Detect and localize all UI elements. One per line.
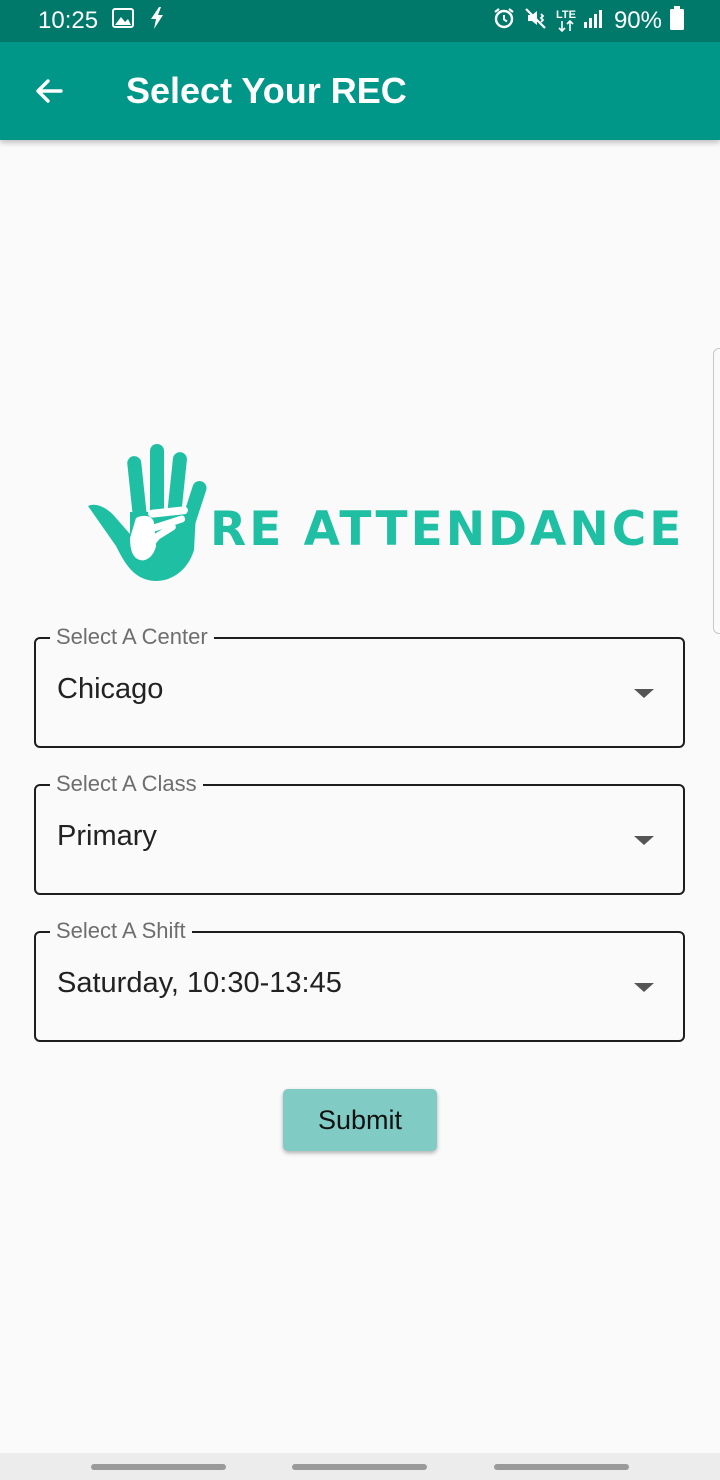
lte-label: LTE xyxy=(555,9,576,21)
nav-handle-left[interactable] xyxy=(91,1464,226,1470)
app-logo: RE ATTENDANCE xyxy=(86,442,681,584)
signal-icon xyxy=(583,7,606,35)
chevron-down-icon xyxy=(634,836,654,845)
nav-handle-center[interactable] xyxy=(292,1464,427,1470)
flash-icon xyxy=(148,6,166,36)
shift-select[interactable]: Select A Shift Saturday, 10:30-13:45 xyxy=(34,918,685,1042)
shift-select-label: Select A Shift xyxy=(50,918,192,944)
status-left: 10:25 xyxy=(38,6,166,36)
lte-icon: LTE xyxy=(556,10,576,32)
class-select[interactable]: Select A Class Primary xyxy=(34,771,685,895)
class-select-value: Primary xyxy=(57,820,157,852)
arrow-back-icon xyxy=(36,79,63,103)
battery-level: 90% xyxy=(613,7,662,34)
chevron-down-icon xyxy=(634,689,654,698)
status-right: LTE 90% xyxy=(492,5,684,37)
class-select-label: Select A Class xyxy=(50,771,203,797)
image-icon xyxy=(112,7,135,35)
nav-handle-right[interactable] xyxy=(494,1464,629,1470)
app-bar: Select Your REC xyxy=(0,42,720,140)
page-title: Select Your REC xyxy=(126,70,407,111)
center-select-label: Select A Center xyxy=(50,624,214,650)
status-time: 10:25 xyxy=(38,7,99,34)
back-button[interactable] xyxy=(24,66,74,116)
status-bar: 10:25 LTE 90% xyxy=(0,0,720,42)
center-select-value: Chicago xyxy=(57,673,164,705)
system-nav-bar xyxy=(0,1453,720,1480)
submit-button[interactable]: Submit xyxy=(283,1089,437,1151)
chevron-down-icon xyxy=(634,983,654,992)
mute-vibrate-icon xyxy=(524,6,548,37)
alarm-icon xyxy=(492,6,516,37)
center-select[interactable]: Select A Center Chicago xyxy=(34,624,685,748)
battery-icon xyxy=(670,5,684,37)
hands-icon xyxy=(88,444,207,581)
shift-select-value: Saturday, 10:30-13:45 xyxy=(57,967,342,999)
logo-text: RE ATTENDANCE xyxy=(210,502,685,557)
edge-panel-handle[interactable] xyxy=(713,348,720,634)
